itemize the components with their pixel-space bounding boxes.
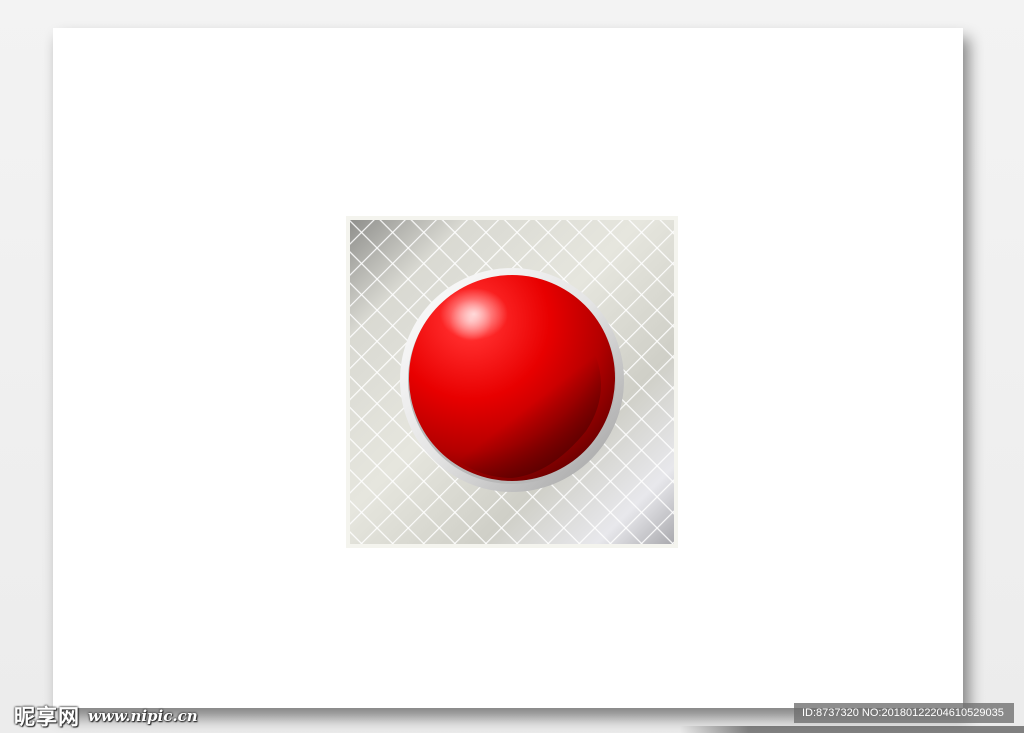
watermark: 昵享网 www.nipic.cn xyxy=(14,703,198,729)
watermark-url: www.nipic.cn xyxy=(88,707,198,725)
image-id-label: ID:8737320 NO:20180122204610529035 xyxy=(794,703,1014,723)
red-dome-button-icon xyxy=(346,216,678,548)
image-canvas: 昵享网 www.nipic.cn ID:8737320 NO:201801222… xyxy=(0,0,1024,733)
button-illustration xyxy=(346,216,678,548)
watermark-logo: 昵享网 xyxy=(14,705,80,729)
dome-highlight xyxy=(440,288,508,340)
bottom-fade-bar xyxy=(680,726,1024,733)
